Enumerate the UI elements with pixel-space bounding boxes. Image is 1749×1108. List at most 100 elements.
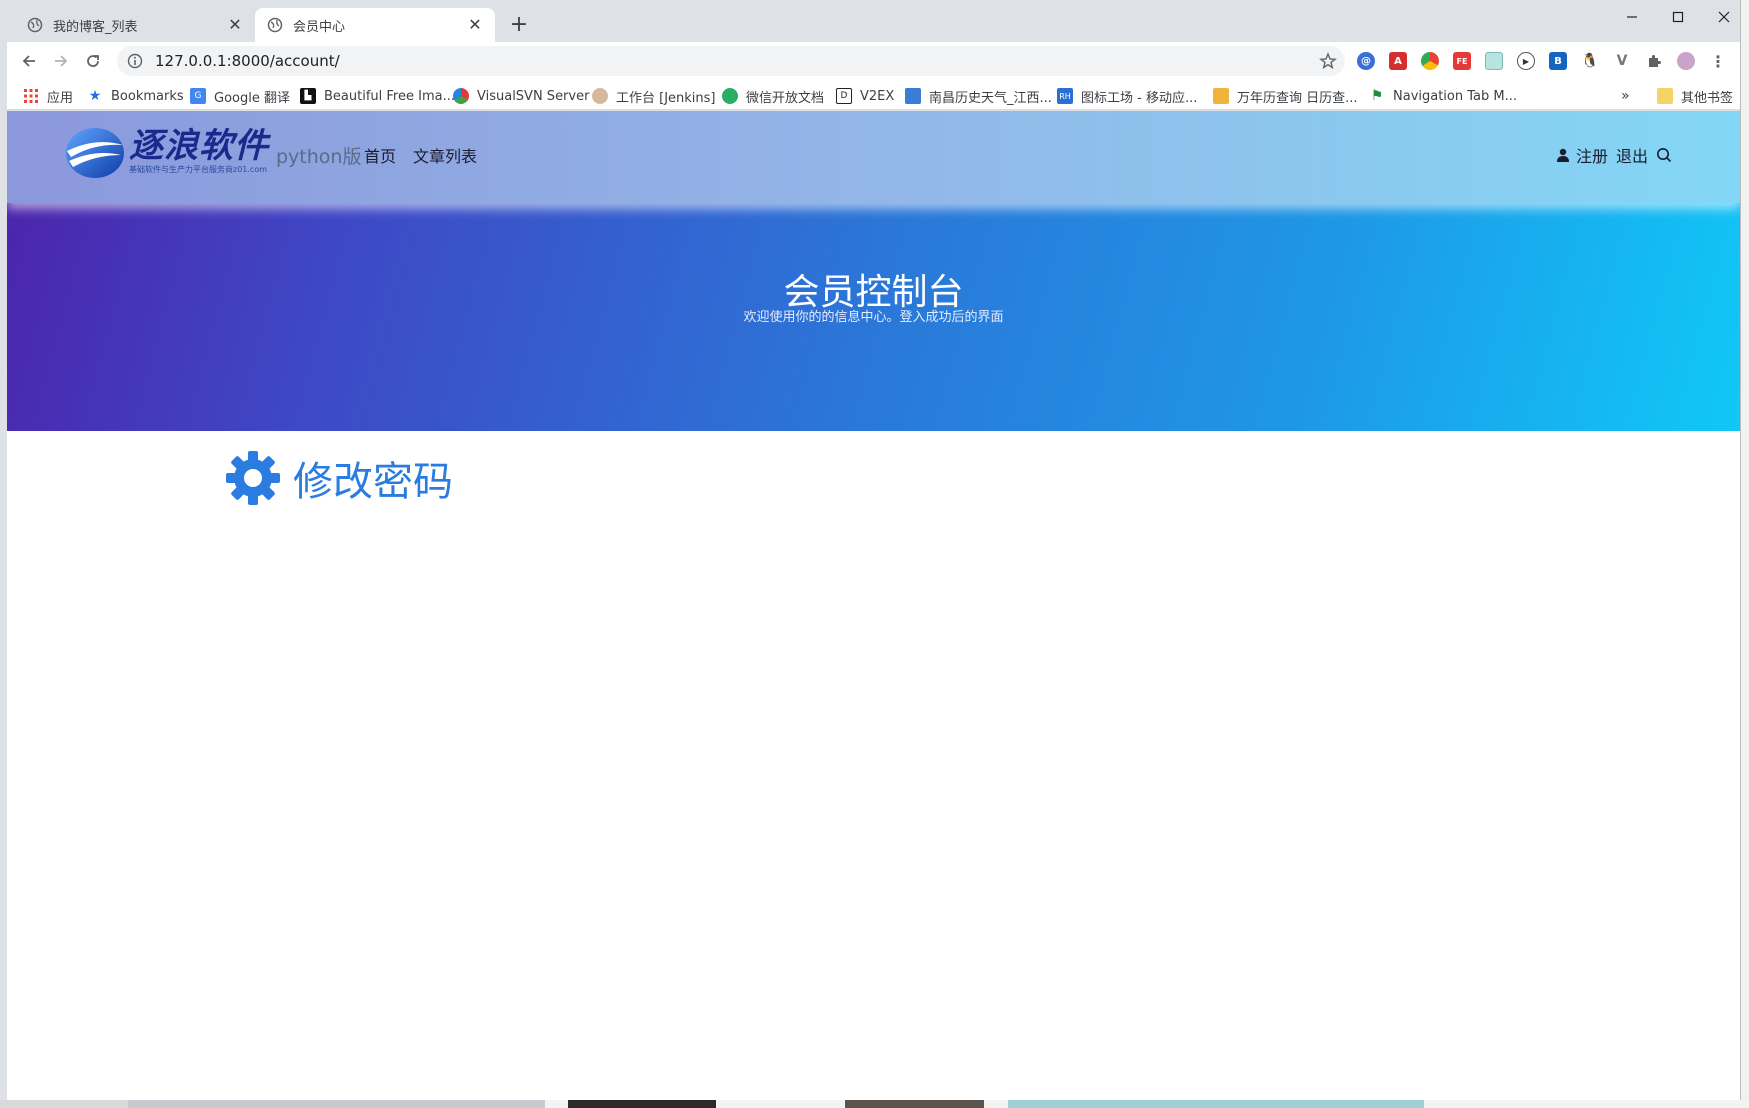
- weather-icon: [905, 88, 921, 104]
- maximize-button[interactable]: [1655, 4, 1701, 30]
- fe-extension-icon[interactable]: FE: [1453, 52, 1471, 70]
- bookmark-jenkins[interactable]: 工作台 [Jenkins]: [592, 86, 716, 106]
- pdf-extension-icon[interactable]: A: [1389, 52, 1407, 70]
- reload-button[interactable]: [79, 47, 107, 75]
- bookmark-v2ex[interactable]: D V2EX: [836, 86, 894, 106]
- google-translate-icon: G: [190, 88, 206, 104]
- bookmark-label: 工作台 [Jenkins]: [616, 90, 716, 106]
- tab-title: 会员中心: [293, 19, 346, 35]
- site-header: 逐浪软件 基础软件与生产力平台服务商z01.com python版 首页 文章列…: [7, 111, 1740, 203]
- bookmark-star-icon[interactable]: [1319, 52, 1337, 74]
- close-icon[interactable]: ✕: [467, 17, 483, 33]
- logo-name: 逐浪软件: [129, 126, 269, 166]
- screenshot-extension-icon[interactable]: [1485, 52, 1503, 70]
- globe-icon: [27, 17, 43, 33]
- logo-edition-label: python版: [276, 146, 362, 168]
- desktop-background-right: [1740, 0, 1749, 1108]
- bookmarks-bar: 应用 ★ Bookmarks G Google 翻译 ▙ Beautiful F…: [7, 80, 1740, 110]
- bookmark-label: VisualSVN Server: [477, 88, 590, 104]
- qq-extension-icon[interactable]: 🐧: [1581, 52, 1599, 70]
- bookmark-weather[interactable]: 南昌历史天气_江西...: [905, 86, 1052, 106]
- hero-subtitle: 欢迎使用你的的信息中心。登入成功后的界面: [743, 310, 1004, 325]
- color-picker-extension-icon[interactable]: [1421, 52, 1439, 70]
- v2ex-icon: D: [836, 88, 852, 104]
- rh-icon: RH: [1057, 88, 1073, 104]
- bookmark-label: V2EX: [860, 88, 895, 104]
- back-button[interactable]: [15, 47, 43, 75]
- minimize-button[interactable]: [1609, 4, 1655, 30]
- info-icon[interactable]: [127, 53, 143, 69]
- nav-articles-link[interactable]: 文章列表: [413, 143, 477, 167]
- unsplash-icon: ▙: [300, 88, 316, 104]
- calendar-icon: [1213, 88, 1229, 104]
- more-menu-icon[interactable]: ⋮: [1709, 52, 1727, 71]
- play-extension-icon[interactable]: ▶: [1517, 52, 1535, 70]
- hero-banner: 逐浪软件 基础软件与生产力平台服务商z01.com python版 首页 文章列…: [7, 111, 1740, 431]
- profile-avatar-icon[interactable]: [1677, 52, 1695, 70]
- bookmark-navigation-tab[interactable]: ⚑ Navigation Tab M...: [1369, 86, 1517, 106]
- bookmark-label: Navigation Tab M...: [1393, 88, 1518, 104]
- vue-extension-icon[interactable]: V: [1613, 52, 1631, 70]
- bookmark-label: Bookmarks: [111, 88, 184, 104]
- logo-text: 逐浪软件 基础软件与生产力平台服务商z01.com: [129, 127, 269, 175]
- logo-tagline: 基础软件与生产力平台服务商z01.com: [129, 165, 268, 174]
- browser-window: 我的博客_列表 ✕ 会员中心 ✕ + 127.0.0.1:8000/accoun…: [0, 0, 1749, 1108]
- site-logo[interactable]: 逐浪软件 基础软件与生产力平台服务商z01.com: [65, 127, 269, 179]
- bookmark-label: Beautiful Free Ima...: [324, 88, 455, 104]
- folder-icon: [1657, 88, 1673, 104]
- browser-toolbar: 127.0.0.1:8000/account/ @ A FE ▶ B 🐧 V ⋮: [7, 42, 1740, 80]
- user-icon: [1556, 148, 1570, 162]
- bookmark-visualsvn[interactable]: VisualSVN Server: [453, 86, 589, 106]
- bookmark-label: 应用: [47, 90, 74, 106]
- search-icon[interactable]: [1656, 147, 1672, 163]
- visualsvn-icon: [453, 88, 469, 104]
- arrow-left-icon: [22, 55, 35, 67]
- extension-icon[interactable]: @: [1357, 52, 1375, 70]
- bookmark-label: Google 翻译: [214, 90, 290, 106]
- other-bookmarks-folder[interactable]: 其他书签: [1657, 86, 1733, 106]
- tab-title: 我的博客_列表: [53, 19, 138, 35]
- bookmark-label: 南昌历史天气_江西...: [929, 90, 1052, 106]
- bookmark-bookmarks[interactable]: ★ Bookmarks: [87, 86, 184, 106]
- puzzle-extensions-icon[interactable]: [1645, 52, 1663, 70]
- b-extension-icon[interactable]: B: [1549, 52, 1567, 70]
- bookmark-unsplash[interactable]: ▙ Beautiful Free Ima...: [300, 86, 455, 106]
- change-password-heading: 修改密码: [225, 449, 453, 507]
- logo-wave-icon: [66, 128, 124, 178]
- bookmark-wechat-docs[interactable]: 微信开放文档: [722, 86, 824, 106]
- forward-button[interactable]: [47, 47, 75, 75]
- address-bar[interactable]: 127.0.0.1:8000/account/: [117, 46, 1345, 76]
- tab-member-center[interactable]: 会员中心 ✕: [255, 8, 495, 42]
- navigation-tab-icon: ⚑: [1370, 88, 1384, 104]
- gear-icon: [226, 451, 280, 505]
- reload-icon: [87, 55, 99, 67]
- nav-home-link[interactable]: 首页: [364, 143, 396, 167]
- new-tab-button[interactable]: +: [507, 14, 531, 38]
- url-text[interactable]: 127.0.0.1:8000/account/: [155, 52, 340, 70]
- wechat-icon: [722, 88, 738, 104]
- bookmarks-overflow-button[interactable]: »: [1621, 86, 1630, 106]
- bookmark-google-translate[interactable]: G Google 翻译: [190, 86, 290, 106]
- tab-blog-list[interactable]: 我的博客_列表 ✕: [15, 8, 255, 42]
- globe-icon: [267, 17, 283, 33]
- bookmark-label: 其他书签: [1681, 90, 1734, 106]
- bookmark-iconfactory[interactable]: RH 图标工场 - 移动应...: [1057, 86, 1197, 106]
- logout-link[interactable]: 退出: [1616, 143, 1648, 167]
- bookmark-label: 万年历查询 日历查...: [1237, 90, 1358, 106]
- user-nav: 注册 退出: [1556, 143, 1680, 167]
- apps-grid-icon: [23, 88, 39, 104]
- bookmark-label: 微信开放文档: [746, 90, 825, 106]
- close-icon[interactable]: ✕: [227, 17, 243, 33]
- arrow-right-icon: [55, 55, 68, 67]
- desktop-taskbar-strip: [0, 1100, 1749, 1108]
- bookmark-calendar[interactable]: 万年历查询 日历查...: [1213, 86, 1358, 106]
- jenkins-icon: [592, 88, 608, 104]
- page-viewport: 逐浪软件 基础软件与生产力平台服务商z01.com python版 首页 文章列…: [7, 111, 1740, 1100]
- tab-strip: 我的博客_列表 ✕ 会员中心 ✕ +: [7, 0, 1740, 42]
- bookmark-label: 图标工场 - 移动应...: [1081, 90, 1198, 106]
- star-icon: ★: [88, 88, 102, 104]
- chevron-double-right-icon: »: [1621, 88, 1630, 104]
- register-link[interactable]: 注册: [1576, 143, 1608, 167]
- section-title: 修改密码: [293, 459, 453, 505]
- bookmark-apps[interactable]: 应用: [23, 86, 73, 106]
